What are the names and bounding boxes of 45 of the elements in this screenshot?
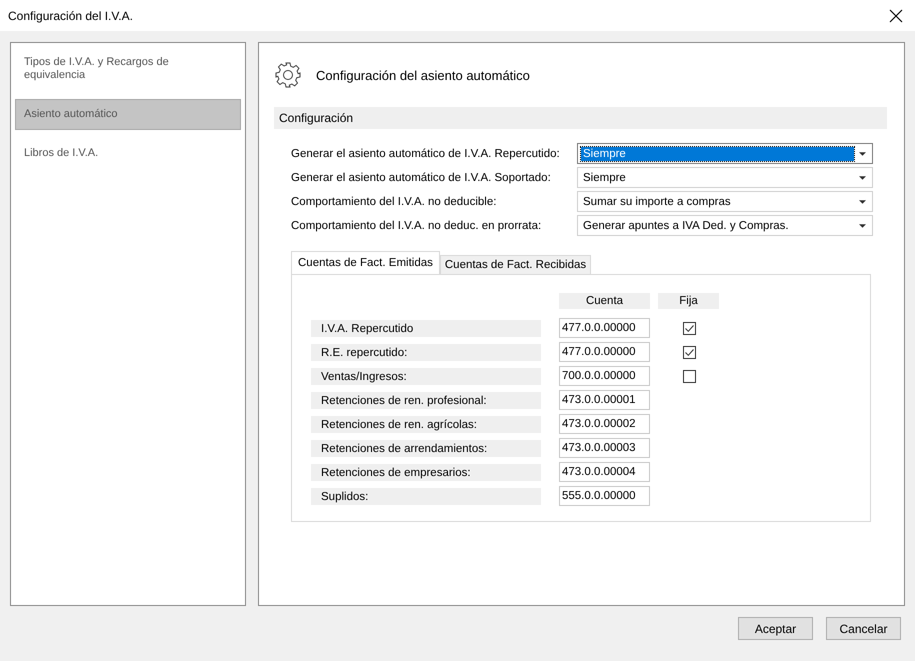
checkbox[interactable]: [683, 370, 696, 382]
tab[interactable]: Cuentas de Fact. Recibidas: [440, 255, 592, 274]
account-field[interactable]: 555.0.0.00000: [559, 486, 650, 506]
account-label: Retenciones de arrendamientos:: [311, 440, 541, 456]
dropdown[interactable]: Siempre: [577, 143, 873, 164]
checkbox[interactable]: [683, 346, 696, 358]
caret-icon: [859, 224, 866, 228]
caret-icon: [859, 200, 866, 204]
caret-icon: [859, 176, 866, 180]
account-label: Retenciones de ren. profesional:: [311, 392, 541, 408]
close-icon[interactable]: [889, 8, 903, 22]
dropdown[interactable]: Siempre: [577, 167, 873, 188]
setting-label: Comportamiento del I.V.A. no deducible:: [291, 196, 498, 208]
account-label: I.V.A. Repercutido: [311, 320, 541, 336]
account-field[interactable]: 477.0.0.00000: [559, 342, 650, 362]
gear-icon: [274, 61, 302, 89]
account-field[interactable]: 473.0.0.00003: [559, 438, 650, 458]
dropdown[interactable]: Sumar su importe a compras: [577, 191, 873, 212]
column-header: Cuenta: [559, 293, 650, 309]
setting-label: Comportamiento del I.V.A. no deduc. en prorrata:: [291, 220, 542, 232]
window-title: Configuración del I.V.A.: [8, 8, 133, 22]
account-label: Retenciones de empresarios:: [311, 464, 541, 480]
setting-label: Generar el asiento automático de I.V.A. Repercutido:: [291, 148, 561, 160]
checkbox[interactable]: [683, 322, 696, 334]
account-label: Retenciones de ren. agrícolas:: [311, 416, 541, 432]
account-field[interactable]: 700.0.0.00000: [559, 366, 650, 386]
dropdown[interactable]: Generar apuntes a IVA Ded. y Compras.: [577, 215, 873, 236]
account-label: R.E. repercutido:: [311, 344, 541, 360]
account-label: Ventas/Ingresos:: [311, 368, 541, 384]
sidebar-item[interactable]: Libros de I.V.A.: [15, 144, 241, 163]
dialog-button[interactable]: Aceptar: [738, 617, 813, 640]
dialog-button[interactable]: Cancelar: [826, 617, 901, 640]
tab[interactable]: Cuentas de Fact. Emitidas: [291, 251, 440, 274]
sidebar-item[interactable]: Tipos de I.V.A. y Recargos de equivalencia: [15, 53, 241, 85]
section-header: Configuración: [274, 107, 887, 129]
account-field[interactable]: 473.0.0.00004: [559, 462, 650, 482]
column-header: Fija: [658, 293, 719, 309]
account-label: Suplidos:: [311, 488, 541, 504]
caret-icon: [859, 152, 866, 156]
account-field[interactable]: 473.0.0.00001: [559, 390, 650, 410]
sidebar-item[interactable]: Asiento automático: [15, 99, 241, 130]
setting-label: Generar el asiento automático de I.V.A. Soportado:: [291, 172, 552, 184]
account-field[interactable]: 477.0.0.00000: [559, 318, 650, 338]
panel-title: Configuración del asiento automático: [316, 68, 530, 82]
account-field[interactable]: 473.0.0.00002: [559, 414, 650, 434]
